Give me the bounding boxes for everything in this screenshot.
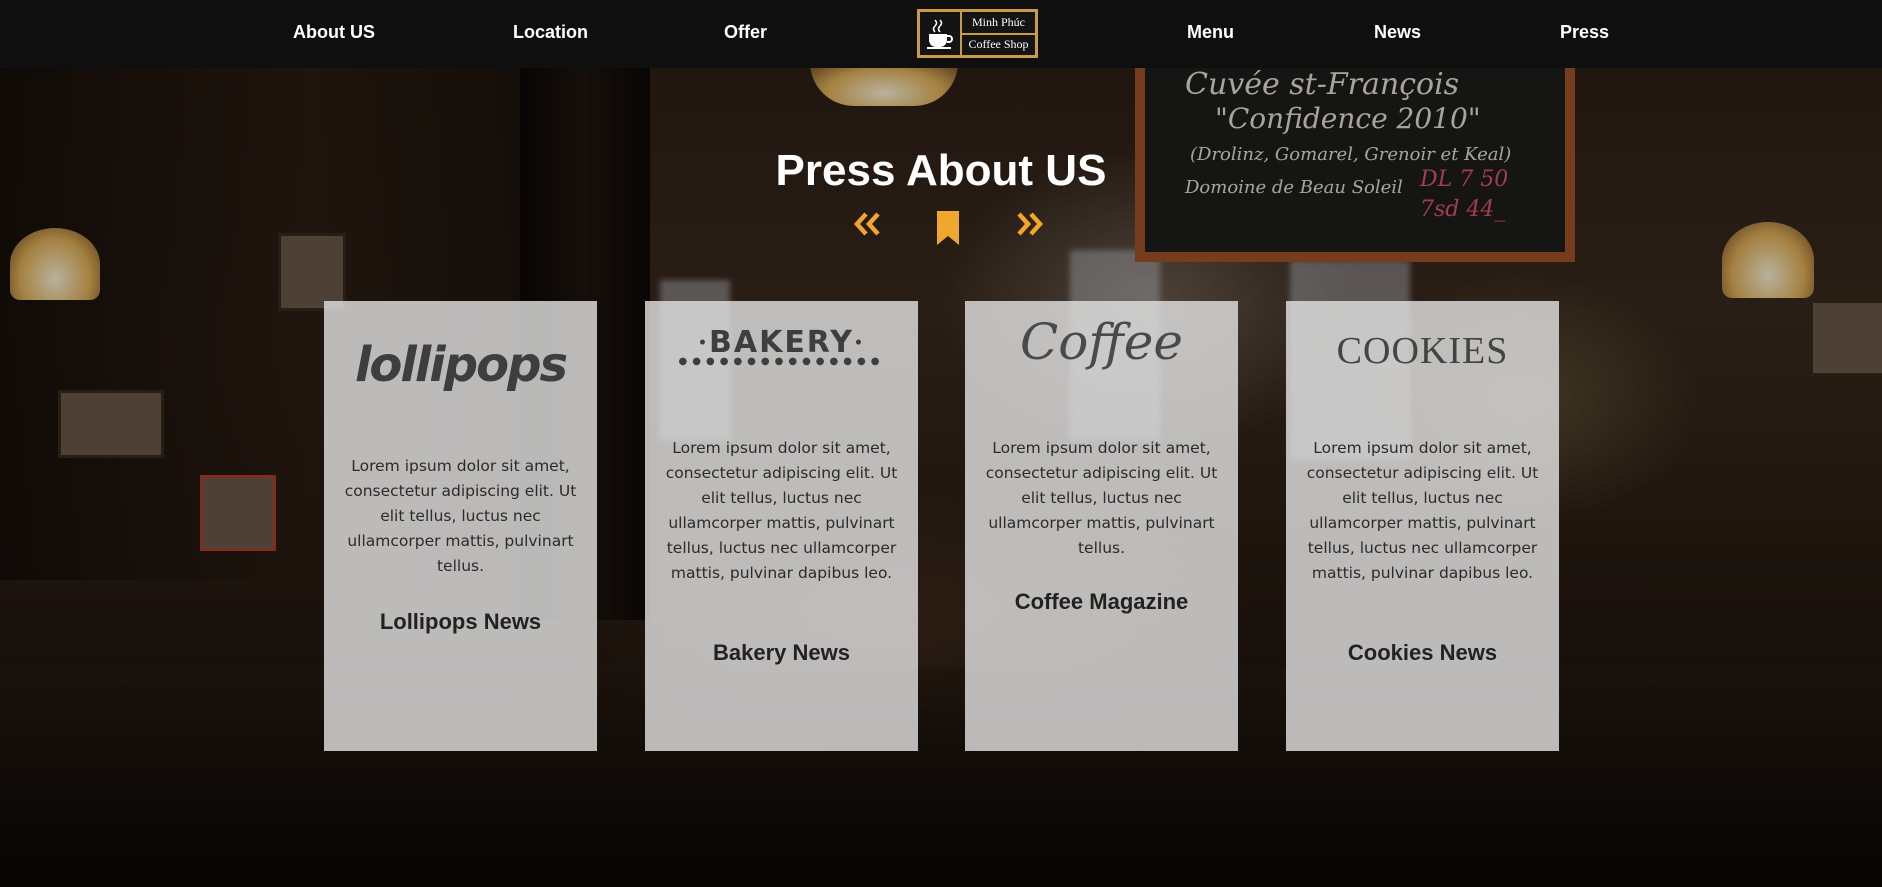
section-title: Press About US xyxy=(775,146,1107,195)
press-card[interactable]: •BAKERY• ●●●●●●●●●●●●●●● Lorem ipsum dol… xyxy=(645,301,918,751)
double-chevron-left-icon[interactable] xyxy=(852,210,882,246)
page: Cuvée st-François "Confidence 2010" (Dro… xyxy=(0,0,1882,887)
double-chevron-right-icon[interactable] xyxy=(1015,210,1045,246)
nav-link-menu[interactable]: Menu xyxy=(1187,22,1234,43)
brand-logo-bakery: •BAKERY• ●●●●●●●●●●●●●●● xyxy=(678,325,885,367)
card-text: Lorem ipsum dolor sit amet, consectetur … xyxy=(344,457,577,575)
brand-logo-cookies: COOKIES xyxy=(1336,330,1509,372)
nav-link-offer[interactable]: Offer xyxy=(724,22,767,43)
card-text: Lorem ipsum dolor sit amet, consectetur … xyxy=(1306,439,1539,582)
press-card[interactable]: COOKIES Lorem ipsum dolor sit amet, cons… xyxy=(1286,301,1559,751)
card-title[interactable]: Coffee Magazine xyxy=(965,589,1238,615)
nav-link-about-us[interactable]: About US xyxy=(293,22,375,43)
nav-link-location[interactable]: Location xyxy=(513,22,588,43)
press-card[interactable]: Coffee Lorem ipsum dolor sit amet, conse… xyxy=(965,301,1238,751)
card-text: Lorem ipsum dolor sit amet, consectetur … xyxy=(665,439,898,582)
card-title[interactable]: Lollipops News xyxy=(324,609,597,635)
nav-link-news[interactable]: News xyxy=(1374,22,1421,43)
card-text: Lorem ipsum dolor sit amet, consectetur … xyxy=(985,439,1218,557)
card-title[interactable]: Cookies News xyxy=(1286,640,1559,666)
carousel-controls xyxy=(0,210,1882,250)
brand-logo-lollipops: lollipops xyxy=(354,337,568,393)
card-title[interactable]: Bakery News xyxy=(645,640,918,666)
top-navbar: About US Location Offer Minh Phúc Coffee… xyxy=(0,0,1882,68)
nav-link-press[interactable]: Press xyxy=(1560,22,1609,43)
coffee-cup-icon xyxy=(920,12,962,55)
background-cafe-image: Cuvée st-François "Confidence 2010" (Dro… xyxy=(0,0,1882,887)
site-logo[interactable]: Minh Phúc Coffee Shop xyxy=(917,9,1038,58)
logo-line-2: Coffee Shop xyxy=(968,37,1029,52)
brand-logo-coffee: Coffee xyxy=(1020,313,1183,371)
bookmark-icon xyxy=(935,210,961,254)
logo-line-1: Minh Phúc xyxy=(962,12,1035,35)
press-card[interactable]: lollipops Lorem ipsum dolor sit amet, co… xyxy=(324,301,597,751)
